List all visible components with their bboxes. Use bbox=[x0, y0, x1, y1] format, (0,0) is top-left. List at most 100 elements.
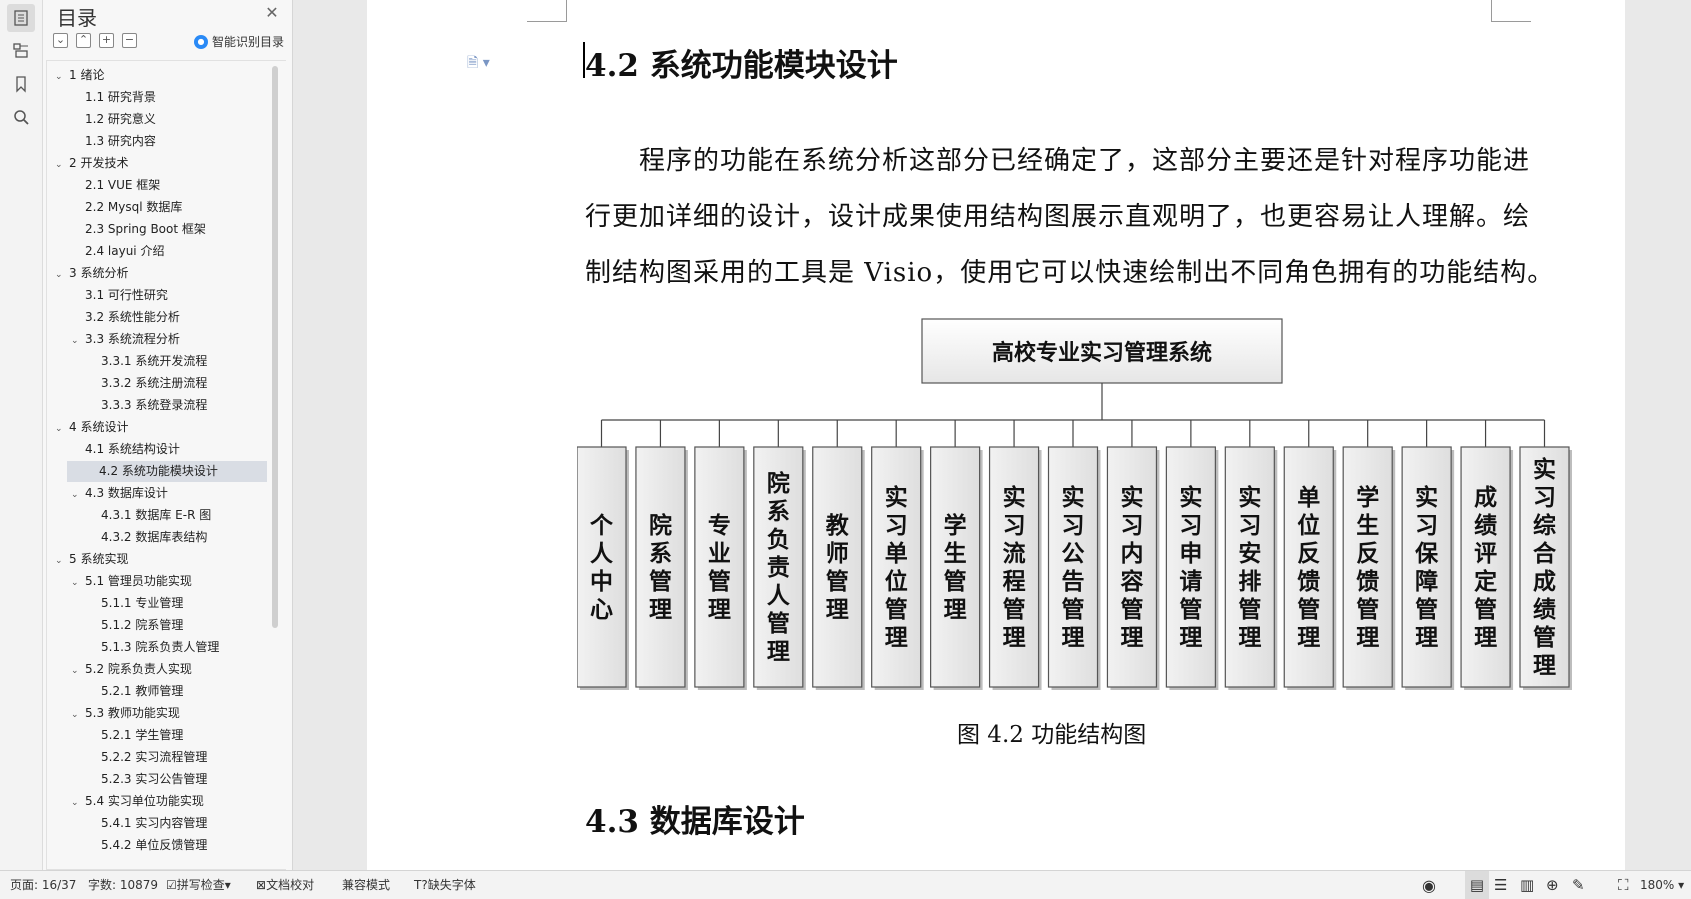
toc-item[interactable]: 5.2.3 实习公告管理 bbox=[87, 769, 207, 790]
toc-item-label: 3.2 系统性能分析 bbox=[85, 310, 180, 324]
search-icon[interactable] bbox=[7, 103, 35, 131]
page-indicator[interactable]: 页面: 16/37 bbox=[10, 871, 76, 899]
toc-item[interactable]: 4.2 系统功能模块设计 bbox=[67, 461, 267, 482]
toc-item-label: 3.3.3 系统登录流程 bbox=[101, 398, 208, 412]
toc-item[interactable]: ⌄ 4 系统设计 bbox=[55, 417, 128, 438]
toc-item[interactable]: 3.2 系统性能分析 bbox=[71, 307, 180, 328]
toc-item[interactable]: ⌄ 5.3 教师功能实现 bbox=[71, 703, 180, 724]
paragraph-line: 程序的功能在系统分析这部分已经确定了，这部分主要还是针对程序功能进 bbox=[639, 146, 1531, 176]
chevron-down-icon[interactable]: ⌄ bbox=[71, 705, 85, 726]
toc-item-label: 5.4.2 单位反馈管理 bbox=[101, 838, 208, 852]
toc-item[interactable]: 5.1.2 院系管理 bbox=[87, 615, 183, 636]
chevron-down-icon[interactable]: ⌄ bbox=[55, 67, 69, 88]
toc-item-label: 1.2 研究意义 bbox=[85, 112, 156, 126]
diagram-module-box bbox=[871, 446, 922, 688]
document-area: 🗎 ▾ 4.2 系统功能模块设计 程序的功能在系统分析这部分已经确定了，这部分主… bbox=[294, 0, 1691, 870]
zoom-label: 180% bbox=[1640, 878, 1675, 892]
diagram-module-box bbox=[1224, 446, 1275, 688]
add-heading-icon[interactable]: + bbox=[99, 33, 114, 48]
toc-item-label: 4.1 系统结构设计 bbox=[85, 442, 180, 456]
page-view-icon[interactable]: ▤ bbox=[1465, 871, 1489, 899]
toc-item[interactable]: 4.1 系统结构设计 bbox=[71, 439, 180, 460]
diagram-module-box bbox=[577, 446, 627, 688]
chevron-down-icon[interactable]: ⌄ bbox=[71, 573, 85, 594]
document-page[interactable]: 🗎 ▾ 4.2 系统功能模块设计 程序的功能在系统分析这部分已经确定了，这部分主… bbox=[367, 0, 1625, 870]
chevron-down-icon[interactable]: ⌄ bbox=[71, 331, 85, 352]
toc-scrollbar[interactable] bbox=[272, 66, 278, 628]
smart-toc-button[interactable]: ● 智能识别目录 bbox=[193, 33, 284, 50]
toc-item[interactable]: ⌄ 5.1 管理员功能实现 bbox=[71, 571, 192, 592]
toc-item-label: 5.2.1 学生管理 bbox=[101, 728, 184, 742]
word-count[interactable]: 字数: 10879 bbox=[88, 871, 158, 899]
toc-item[interactable]: 1.3 研究内容 bbox=[71, 131, 156, 152]
toc-item[interactable]: ⌄ 4.3 数据库设计 bbox=[71, 483, 168, 504]
toc-item[interactable]: 1.2 研究意义 bbox=[71, 109, 156, 130]
reading-view-icon[interactable]: ▥ bbox=[1520, 871, 1534, 899]
page-corner-marker bbox=[527, 0, 567, 22]
pen-icon[interactable]: ✎ bbox=[1572, 871, 1585, 899]
toc-item[interactable]: 2.1 VUE 框架 bbox=[71, 175, 160, 196]
toc-item[interactable]: 2.2 Mysql 数据库 bbox=[71, 197, 182, 218]
web-view-icon[interactable]: ⊕ bbox=[1546, 871, 1559, 899]
toc-item-label: 3.3.2 系统注册流程 bbox=[101, 376, 208, 390]
document-icon[interactable]: 🗎 ▾ bbox=[467, 52, 490, 76]
chevron-down-icon[interactable]: ⌄ bbox=[55, 265, 69, 286]
chevron-down-icon[interactable]: ⌄ bbox=[55, 551, 69, 572]
toc-item[interactable]: ⌄ 2 开发技术 bbox=[55, 153, 128, 174]
sidebar-rail bbox=[0, 0, 43, 870]
toc-item[interactable]: ⌄ 3.3 系统流程分析 bbox=[71, 329, 180, 350]
proofread-button[interactable]: ⊠文档校对 bbox=[256, 871, 314, 899]
toc-item[interactable]: 5.1.3 院系负责人管理 bbox=[87, 637, 219, 658]
toc-item[interactable]: 3.1 可行性研究 bbox=[71, 285, 168, 306]
toc-item[interactable]: ⌄ 3 系统分析 bbox=[55, 263, 128, 284]
toc-item[interactable]: 2.4 layui 介绍 bbox=[71, 241, 164, 262]
expand-all-icon[interactable]: ⌃ bbox=[76, 33, 91, 48]
toc-item[interactable]: 5.2.1 教师管理 bbox=[87, 681, 183, 702]
chevron-down-icon[interactable]: ⌄ bbox=[55, 155, 69, 176]
paragraph-line: 行更加详细的设计，设计成果使用结构图展示直观明了，也更容易让人理解。绘 bbox=[585, 202, 1531, 232]
toc-item[interactable]: 4.3.2 数据库表结构 bbox=[87, 527, 207, 548]
toc-item-label: 4.3 数据库设计 bbox=[85, 486, 168, 500]
toc-item[interactable]: 5.2.1 学生管理 bbox=[87, 725, 183, 746]
chevron-down-icon[interactable]: ⌄ bbox=[71, 661, 85, 682]
navigation-pane-icon[interactable] bbox=[7, 36, 35, 64]
toc-icon[interactable] bbox=[7, 4, 35, 32]
toc-item[interactable]: 2.3 Spring Boot 框架 bbox=[71, 219, 206, 240]
diagram-module-label: 院系负责人管理 bbox=[767, 470, 791, 665]
outline-view-icon[interactable]: ☰ bbox=[1494, 871, 1507, 899]
toc-item[interactable]: 4.3.1 数据库 E-R 图 bbox=[87, 505, 211, 526]
diagram-module-box bbox=[1283, 446, 1334, 688]
chevron-down-icon[interactable]: ⌄ bbox=[55, 419, 69, 440]
collapse-all-icon[interactable]: ⌄ bbox=[53, 33, 68, 48]
toc-item[interactable]: 3.3.3 系统登录流程 bbox=[87, 395, 207, 416]
toc-item[interactable]: 5.4.2 单位反馈管理 bbox=[87, 835, 207, 856]
toc-item-label: 5.1.2 院系管理 bbox=[101, 618, 184, 632]
toc-item[interactable]: 3.3.1 系统开发流程 bbox=[87, 351, 207, 372]
chevron-down-icon[interactable]: ⌄ bbox=[71, 793, 85, 814]
remove-heading-icon[interactable]: − bbox=[122, 33, 137, 48]
fit-page-icon[interactable]: ⛶ bbox=[1618, 871, 1629, 899]
toc-item-label: 2.2 Mysql 数据库 bbox=[85, 200, 183, 214]
toc-item[interactable]: 5.4.1 实习内容管理 bbox=[87, 813, 207, 834]
diagram-module-box bbox=[1165, 446, 1216, 688]
toc-item[interactable]: 5.2.2 实习流程管理 bbox=[87, 747, 207, 768]
compat-mode[interactable]: 兼容模式 bbox=[342, 871, 390, 899]
status-bar: 页面: 16/37 字数: 10879 ☑拼写检查▾ ⊠文档校对 兼容模式 T?… bbox=[0, 870, 1691, 899]
toc-item[interactable]: ⌄ 5.2 院系负责人实现 bbox=[71, 659, 192, 680]
spell-check-button[interactable]: ☑拼写检查▾ bbox=[166, 871, 244, 899]
toc-item[interactable]: ⌄ 5 系统实现 bbox=[55, 549, 128, 570]
eye-protect-icon[interactable]: ◉ bbox=[1422, 871, 1436, 899]
toc-item[interactable]: 1.1 研究背景 bbox=[71, 87, 156, 108]
bookmark-icon[interactable] bbox=[7, 70, 35, 98]
close-icon[interactable]: ✕ bbox=[264, 5, 280, 21]
toc-item-label: 4.3.2 数据库表结构 bbox=[101, 530, 208, 544]
toc-item[interactable]: ⌄ 1 绪论 bbox=[55, 65, 104, 86]
diagram-module-box bbox=[694, 446, 745, 688]
chevron-down-icon[interactable]: ⌄ bbox=[71, 485, 85, 506]
diagram-module-box bbox=[1519, 446, 1570, 688]
toc-item[interactable]: ⌄ 5.4 实习单位功能实现 bbox=[71, 791, 204, 812]
missing-font-button[interactable]: T?缺失字体 bbox=[414, 871, 476, 899]
zoom-level[interactable]: 180% ▾ bbox=[1640, 871, 1684, 899]
toc-item[interactable]: 3.3.2 系统注册流程 bbox=[87, 373, 207, 394]
toc-item[interactable]: 5.1.1 专业管理 bbox=[87, 593, 183, 614]
